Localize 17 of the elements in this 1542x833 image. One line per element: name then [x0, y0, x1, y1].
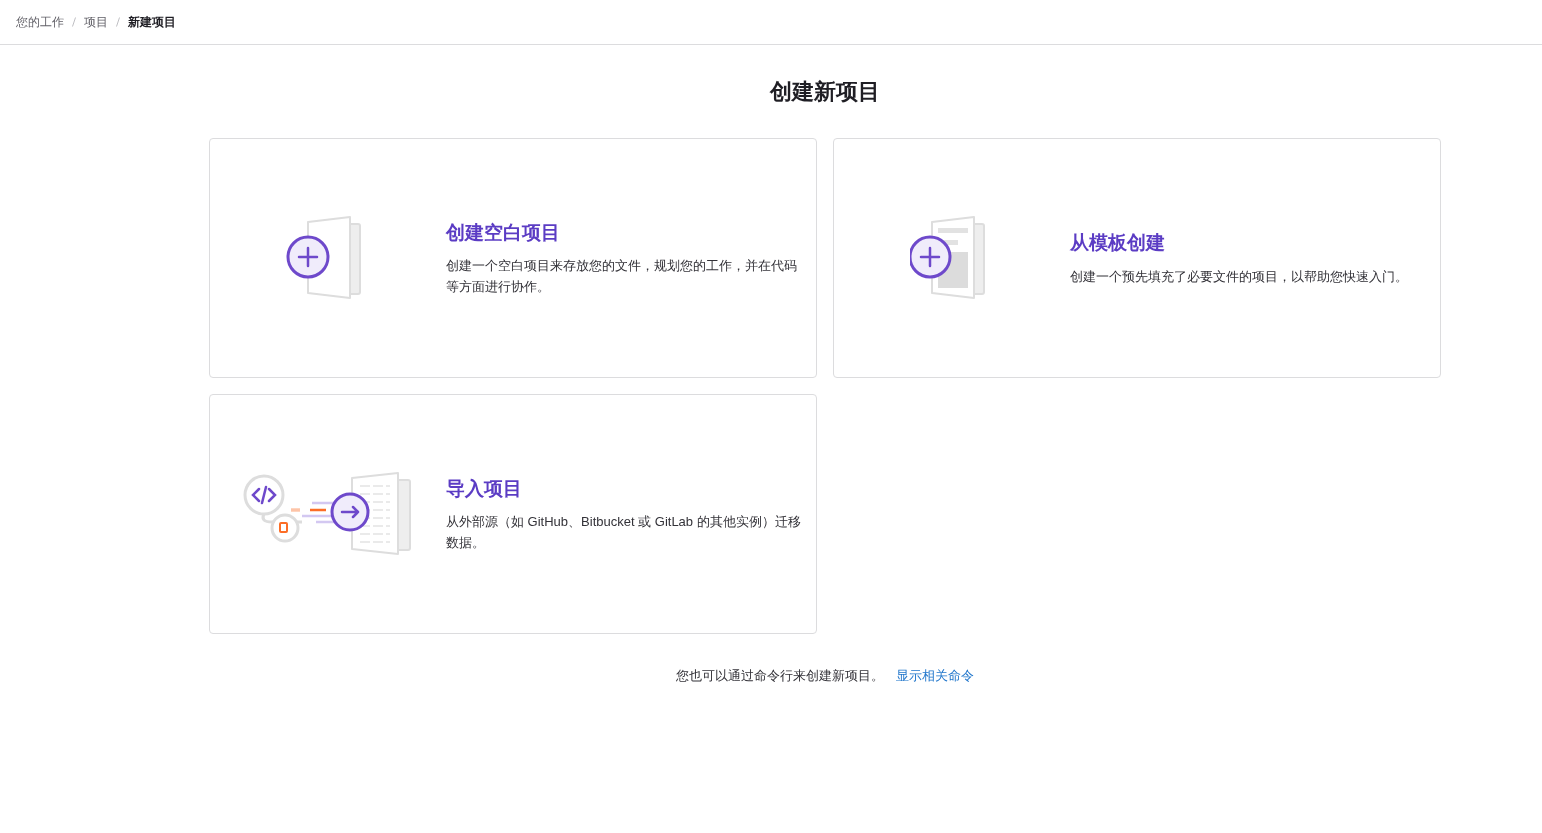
- card-description: 创建一个预先填充了必要文件的项目，以帮助您快速入门。: [1070, 267, 1409, 286]
- slash-separator-icon: [116, 17, 120, 27]
- breadcrumb-link[interactable]: 项目: [84, 13, 108, 31]
- breadcrumb-link[interactable]: 您的工作: [16, 13, 64, 31]
- project-option-card[interactable]: 导入项目 从外部源（如 GitHub、Bitbucket 或 GitLab 的其他实例）迁移数据。: [209, 394, 817, 634]
- project-option-card[interactable]: 从模板创建 创建一个预先填充了必要文件的项目，以帮助您快速入门。: [833, 138, 1441, 378]
- project-option-card[interactable]: 创建空白项目 创建一个空白项目来存放您的文件，规划您的工作，并在代码等方面进行协作。: [209, 138, 817, 378]
- card-description: 从外部源（如 GitHub、Bitbucket 或 GitLab 的其他实例）迁移数据。: [446, 513, 802, 553]
- card-title: 创建空白项目: [446, 220, 561, 245]
- breadcrumb-link[interactable]: 新建项目: [128, 13, 176, 31]
- card-title: 从模板创建: [1070, 231, 1166, 256]
- card-title: 导入项目: [446, 476, 523, 501]
- slash-separator-icon: [72, 17, 76, 27]
- card-description: 创建一个空白项目来存放您的文件，规划您的工作，并在代码等方面进行协作。: [446, 257, 798, 297]
- page-title: 创建新项目: [770, 78, 880, 106]
- footer-text: 您也可以通过命令行来创建新项目。: [676, 667, 884, 685]
- show-commands-link[interactable]: 显示相关命令: [896, 666, 974, 686]
